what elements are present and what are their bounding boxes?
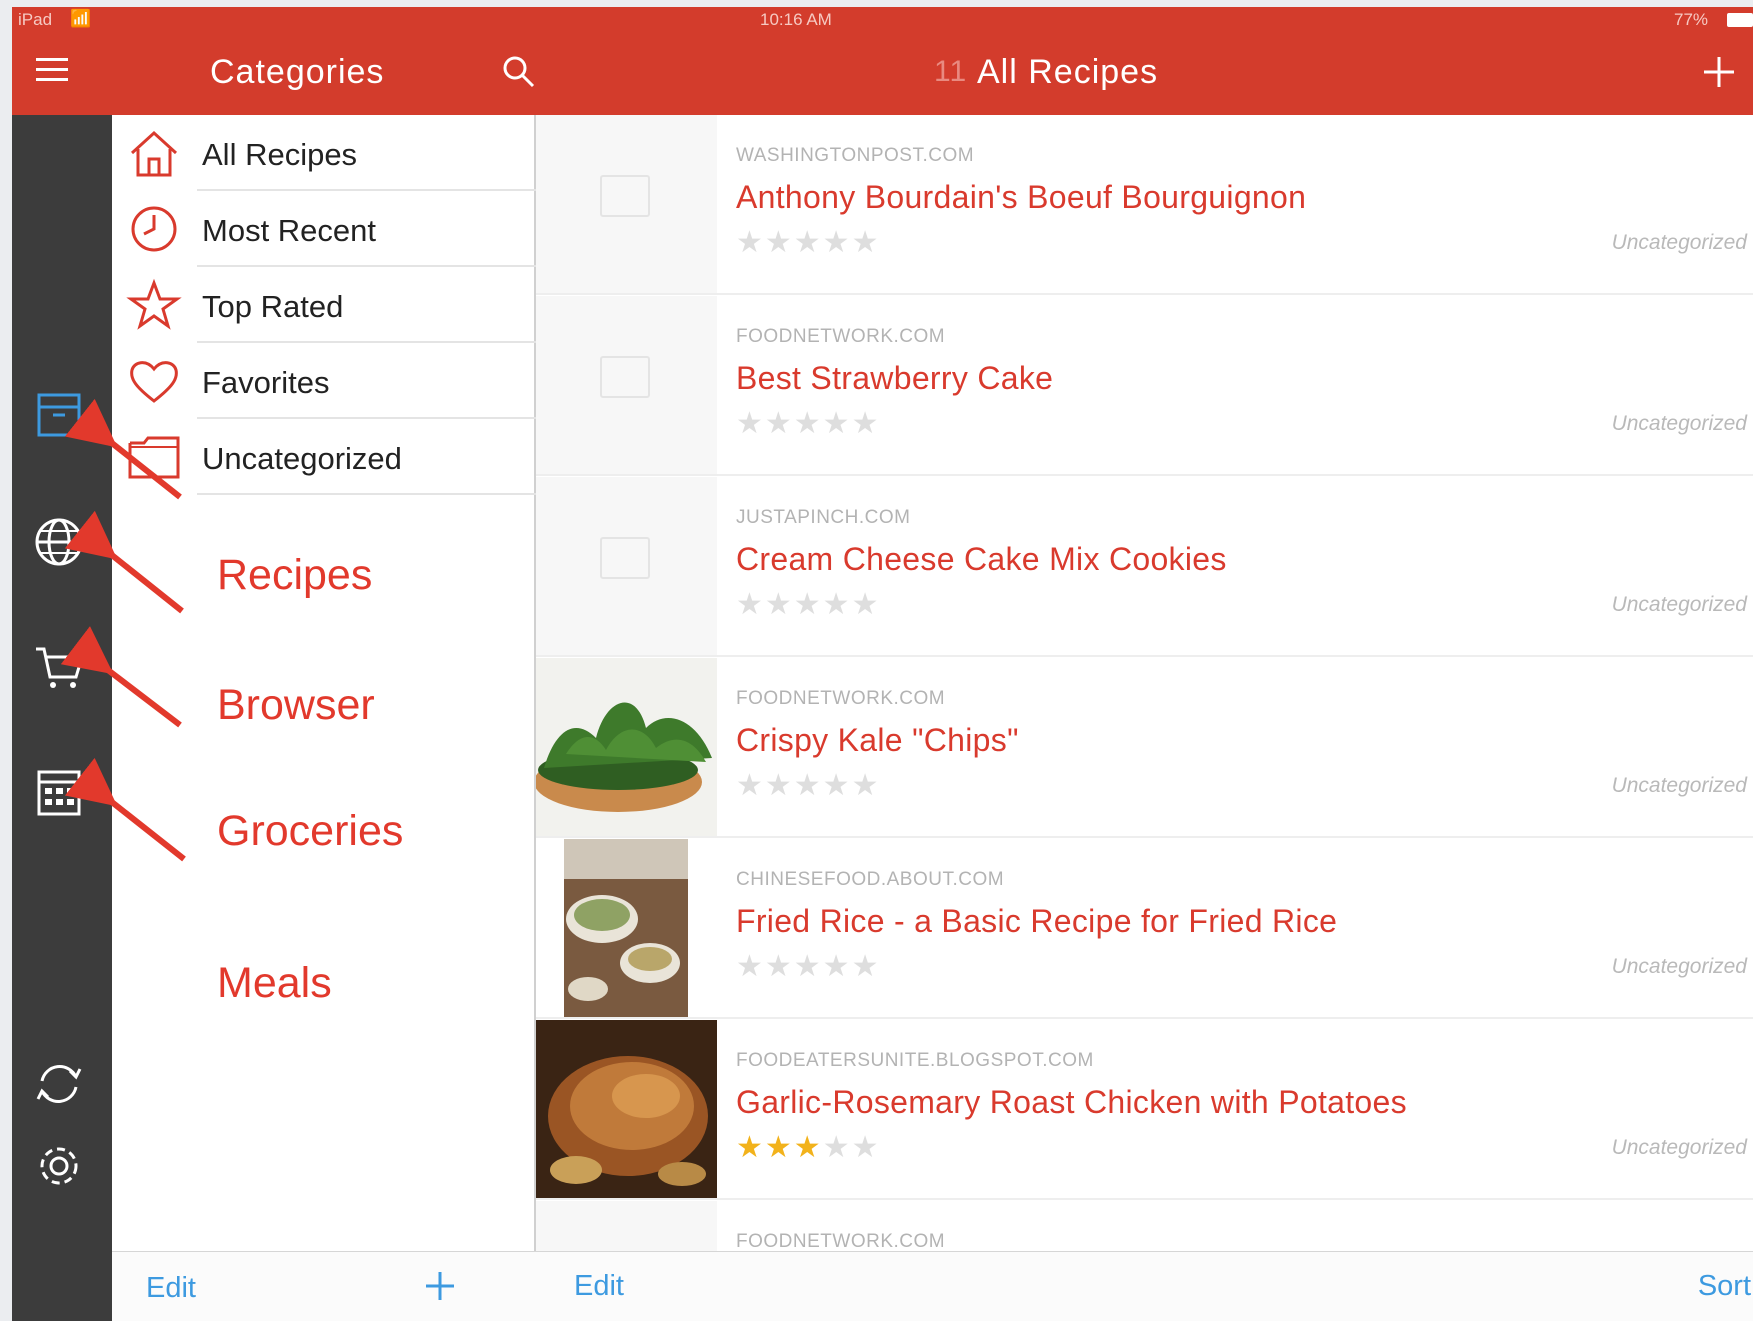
annotation-arrows bbox=[60, 398, 186, 862]
recipe-title: Cream Cheese Cake Mix Cookies bbox=[736, 541, 1227, 577]
rating-stars: ★★★★★ bbox=[736, 588, 881, 621]
recipe-title: Fried Rice - a Basic Recipe for Fried Ri… bbox=[736, 903, 1338, 939]
rating-stars: ★★★★★ bbox=[736, 407, 881, 440]
recipe-source: FOODNETWORK.COM bbox=[736, 326, 946, 347]
search-icon[interactable] bbox=[502, 55, 536, 89]
recipe-row[interactable]: CHINESEFOOD.ABOUT.COM Fried Rice - a Bas… bbox=[536, 839, 1753, 1019]
recipe-category: Uncategorized bbox=[1611, 774, 1747, 797]
rating-stars: ★★★★★ bbox=[736, 769, 881, 802]
roast-chicken-photo bbox=[536, 1020, 717, 1198]
sort-button[interactable]: Sort bbox=[1698, 1270, 1751, 1303]
recipe-source: FOODNETWORK.COM bbox=[736, 1231, 946, 1252]
recipe-row[interactable]: FOODEATERSUNITE.BLOGSPOT.COM Garlic-Rose… bbox=[536, 1020, 1753, 1200]
arrow-recipes bbox=[64, 398, 182, 500]
image-placeholder-icon bbox=[600, 537, 650, 579]
screenshot-stage: iPad 📶 10:16 AM 77% Categories 11 All Re… bbox=[0, 0, 1753, 1321]
list-footer: Edit Sort bbox=[536, 1251, 1753, 1321]
add-category-button[interactable] bbox=[424, 1270, 456, 1302]
recipe-thumbnail bbox=[536, 296, 717, 474]
list-edit-button[interactable]: Edit bbox=[574, 1270, 624, 1303]
recipe-row[interactable]: FOODNETWORK.COM Best Strawberry Cake ★★★… bbox=[536, 296, 1753, 476]
recipe-source: FOODNETWORK.COM bbox=[736, 688, 946, 709]
recipe-row[interactable]: FOODNETWORK.COM Crispy Kale "Chips" ★★★★… bbox=[536, 658, 1753, 838]
battery-percent: 77% bbox=[1674, 10, 1709, 29]
recipe-thumbnail bbox=[536, 115, 717, 293]
arrow-browser bbox=[64, 510, 184, 614]
kale-chips-photo bbox=[536, 658, 717, 836]
image-placeholder-icon bbox=[600, 356, 650, 398]
main-title: All Recipes bbox=[977, 53, 1159, 91]
arrow-meals bbox=[64, 757, 186, 862]
recipe-source: WASHINGTONPOST.COM bbox=[736, 145, 975, 166]
recipe-source: JUSTAPINCH.COM bbox=[736, 507, 911, 528]
recipe-category: Uncategorized bbox=[1611, 231, 1747, 254]
rating-stars: ★★★★★ bbox=[736, 950, 881, 983]
recipe-source: FOODEATERSUNITE.BLOGSPOT.COM bbox=[736, 1050, 1094, 1071]
recipe-list: WASHINGTONPOST.COM Anthony Bourdain's Bo… bbox=[536, 115, 1753, 1321]
recipe-category: Uncategorized bbox=[1611, 955, 1747, 978]
recipe-source: CHINESEFOOD.ABOUT.COM bbox=[736, 869, 1005, 890]
rating-stars: ★★★★★ bbox=[736, 1131, 881, 1164]
image-placeholder-icon bbox=[600, 175, 650, 217]
recipe-category: Uncategorized bbox=[1611, 593, 1747, 616]
add-recipe-button[interactable] bbox=[1702, 55, 1736, 89]
fried-rice-photo bbox=[536, 839, 717, 1017]
recipe-row[interactable]: JUSTAPINCH.COM Cream Cheese Cake Mix Coo… bbox=[536, 477, 1753, 657]
recipe-thumbnail bbox=[536, 477, 717, 655]
ipad-screen: iPad 📶 10:16 AM 77% Categories 11 All Re… bbox=[12, 7, 1753, 1321]
recipe-title: Best Strawberry Cake bbox=[736, 360, 1054, 396]
recipe-row[interactable]: WASHINGTONPOST.COM Anthony Bourdain's Bo… bbox=[536, 115, 1753, 295]
filled-star-icon: ★★★ bbox=[736, 1131, 823, 1164]
rating-stars: ★★★★★ bbox=[736, 226, 881, 259]
recipe-count: 11 bbox=[934, 55, 968, 88]
battery-icon bbox=[1727, 13, 1753, 27]
arrow-groceries bbox=[60, 626, 182, 728]
recipe-title: Anthony Bourdain's Boeuf Bourguignon bbox=[736, 179, 1307, 215]
status-time: 10:16 AM bbox=[760, 10, 832, 29]
recipe-category: Uncategorized bbox=[1611, 412, 1747, 435]
recipe-title: Garlic-Rosemary Roast Chicken with Potat… bbox=[736, 1084, 1407, 1120]
recipe-title: Crispy Kale "Chips" bbox=[736, 722, 1019, 758]
recipe-category: Uncategorized bbox=[1611, 1136, 1747, 1159]
